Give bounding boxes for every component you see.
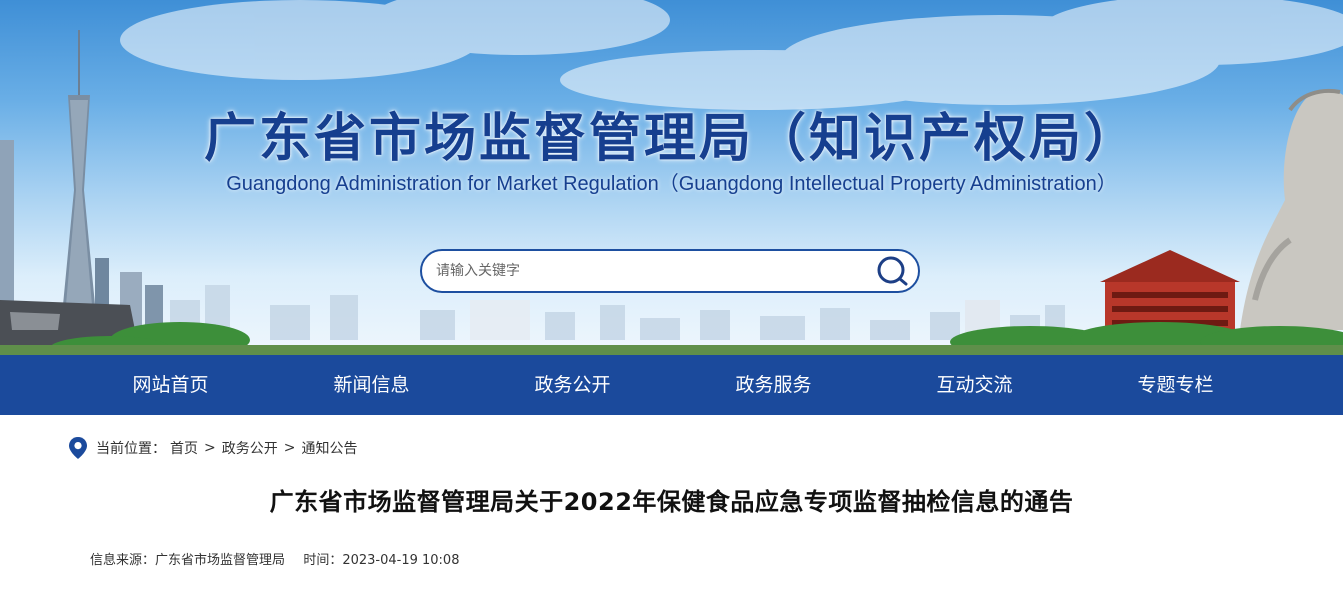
source-value: 广东省市场监督管理局 <box>155 553 286 568</box>
site-title: 广东省市场监督管理局（知识产权局） <box>203 109 1139 169</box>
nav-item-special-topics[interactable]: 专题专栏 <box>1075 355 1276 415</box>
breadcrumb-link-home[interactable]: 首页 <box>170 438 198 458</box>
search-button[interactable] <box>876 255 910 287</box>
search-box <box>420 249 920 293</box>
main-nav: 网站首页 新闻信息 政务公开 政务服务 互动交流 专题专栏 <box>0 355 1343 415</box>
nav-item-interaction[interactable]: 互动交流 <box>874 355 1075 415</box>
breadcrumb-link-notices[interactable]: 通知公告 <box>301 438 357 458</box>
site-subtitle: Guangdong Administration for Market Regu… <box>226 173 1117 195</box>
breadcrumb: 当前位置： 首页 > 政务公开 > 通知公告 <box>68 436 357 460</box>
search-input[interactable] <box>436 259 876 283</box>
article-meta: 信息来源：广东省市场监督管理局 时间：2023-04-19 10:08 <box>90 549 459 568</box>
nav-item-news[interactable]: 新闻信息 <box>271 355 472 415</box>
nav-item-government-services[interactable]: 政务服务 <box>673 355 874 415</box>
time-value: 2023-04-19 10:08 <box>342 553 460 568</box>
nav-item-government-affairs[interactable]: 政务公开 <box>472 355 673 415</box>
header-banner: 广东省市场监督管理局（知识产权局） Guangdong Administrati… <box>0 0 1343 355</box>
breadcrumb-prefix: 当前位置： <box>96 441 166 457</box>
search-icon <box>877 256 908 286</box>
breadcrumb-link-government-affairs[interactable]: 政务公开 <box>222 438 278 458</box>
nav-item-home[interactable]: 网站首页 <box>70 355 271 415</box>
time-label: 时间： <box>303 553 343 568</box>
location-pin-icon <box>69 437 87 459</box>
breadcrumb-separator: > <box>283 440 296 456</box>
article-title: 广东省市场监督管理局关于2022年保健食品应急专项监督抽检信息的通告 <box>269 488 1074 516</box>
breadcrumb-separator: > <box>204 440 216 456</box>
source-label: 信息来源： <box>90 553 156 568</box>
